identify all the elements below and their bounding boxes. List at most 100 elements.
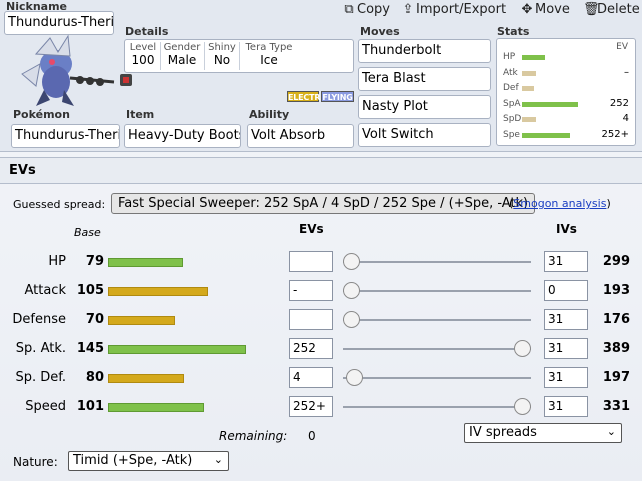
ev-slider-track-attack[interactable] bbox=[343, 290, 531, 292]
stat-summary-label: Spe bbox=[503, 129, 520, 140]
move-icon: ✥ bbox=[521, 2, 533, 17]
item-label: Item bbox=[126, 108, 155, 121]
set-panel: Nickname Thundurus-Therian ⧉Copy ⇪Import… bbox=[0, 0, 642, 152]
guessed-spread-button[interactable]: Fast Special Sweeper: 252 SpA / 4 SpD / … bbox=[111, 193, 536, 214]
moves-label: Moves bbox=[360, 25, 400, 38]
ev-input-sp-def[interactable]: 4 bbox=[289, 367, 333, 388]
iv-input-sp-atk[interactable]: 31 bbox=[544, 338, 588, 359]
stat-total-attack: 193 bbox=[602, 283, 630, 298]
ivs-header: IVs bbox=[556, 222, 577, 236]
base-stat-defense: 70 bbox=[85, 312, 104, 327]
iv-input-attack[interactable]: 0 bbox=[544, 280, 588, 301]
ev-slider-track-speed[interactable] bbox=[343, 406, 531, 408]
trash-icon: 🗑 bbox=[583, 2, 600, 17]
stat-summary-ev: 252 bbox=[609, 97, 629, 109]
ev-slider-thumb-sp-def[interactable] bbox=[346, 369, 363, 386]
stat-name-hp: HP bbox=[48, 254, 66, 269]
nature-select[interactable]: Timid (+Spe, -Atk) ⌄ bbox=[68, 451, 229, 471]
type-badge-electric: ELECTR bbox=[287, 91, 321, 102]
pokemon-label: Pokémon bbox=[13, 108, 70, 121]
smogon-analysis-link[interactable]: Smogon analysis bbox=[513, 197, 606, 210]
ev-slider-thumb-hp[interactable] bbox=[343, 253, 360, 270]
base-stat-bar-attack bbox=[108, 287, 208, 296]
pokemon-input[interactable]: Thundurus-Therian bbox=[11, 124, 120, 148]
stat-total-sp-def: 197 bbox=[602, 370, 630, 385]
remaining-value: 0 bbox=[308, 429, 316, 443]
stat-total-speed: 331 bbox=[602, 399, 630, 414]
shiny-field: Shiny No bbox=[208, 42, 236, 67]
stat-summary-bar bbox=[522, 117, 536, 122]
stat-name-sp-atk: Sp. Atk. bbox=[15, 341, 66, 356]
guessed-spread-label: Guessed spread: bbox=[13, 198, 106, 211]
chevron-down-icon: ⌄ bbox=[213, 453, 223, 466]
base-stat-hp: 79 bbox=[85, 254, 104, 269]
stat-summary-label: SpD bbox=[503, 114, 522, 124]
tera-type-field: Tera Type Ice bbox=[245, 42, 293, 67]
iv-spreads-select[interactable]: IV spreads ⌄ bbox=[464, 423, 622, 443]
iv-input-sp-def[interactable]: 31 bbox=[544, 367, 588, 388]
base-stat-sp-atk: 145 bbox=[76, 341, 104, 356]
stat-summary-bar bbox=[522, 101, 578, 107]
stat-name-defense: Defense bbox=[12, 312, 66, 327]
stat-summary-ev: 252+ bbox=[601, 128, 629, 140]
move-2-input[interactable]: Tera Blast bbox=[358, 67, 491, 91]
iv-input-defense[interactable]: 31 bbox=[544, 309, 588, 330]
ev-input-defense[interactable] bbox=[289, 309, 333, 330]
stat-summary-bar bbox=[522, 70, 536, 76]
move-3-input[interactable]: Nasty Plot bbox=[358, 95, 491, 119]
base-header: Base bbox=[74, 226, 101, 239]
type-badge-flying: FLYING bbox=[321, 91, 354, 102]
remaining-label: Remaining: bbox=[219, 429, 288, 443]
stats-summary-box[interactable]: EV HP Atk – Def SpA 252 SpD 4 Spe 252+ bbox=[496, 38, 636, 146]
ev-slider-thumb-sp-atk[interactable] bbox=[514, 340, 531, 357]
stat-summary-label: Def bbox=[503, 83, 519, 93]
level-field: Level 100 bbox=[129, 42, 157, 67]
base-stat-bar-hp bbox=[108, 258, 183, 267]
evs-section-header: EVs bbox=[0, 157, 642, 184]
stat-total-hp: 299 bbox=[602, 254, 630, 269]
item-input[interactable]: Heavy-Duty Boots bbox=[124, 124, 241, 148]
ability-label: Ability bbox=[249, 108, 290, 121]
nature-label: Nature: bbox=[13, 455, 58, 469]
ev-input-hp[interactable] bbox=[289, 251, 333, 272]
stats-label: Stats bbox=[497, 25, 530, 38]
stat-total-sp-atk: 389 bbox=[602, 341, 630, 356]
stat-name-attack: Attack bbox=[24, 283, 66, 298]
base-stat-bar-sp-def bbox=[108, 374, 184, 383]
iv-input-hp[interactable]: 31 bbox=[544, 251, 588, 272]
pokemon-sprite bbox=[21, 34, 132, 106]
details-box[interactable]: Level 100 Gender Male Shiny No Tera Type Ice bbox=[124, 39, 354, 73]
ev-slider-thumb-defense[interactable] bbox=[343, 311, 360, 328]
base-stat-attack: 105 bbox=[76, 283, 104, 298]
base-stat-bar-sp-atk bbox=[108, 345, 246, 354]
base-stat-speed: 101 bbox=[76, 399, 104, 414]
stat-summary-label: SpA bbox=[503, 98, 521, 109]
ev-slider-track-hp[interactable] bbox=[343, 261, 531, 263]
copy-icon: ⧉ bbox=[344, 2, 354, 17]
ev-input-sp-atk[interactable]: 252 bbox=[289, 338, 333, 359]
ev-slider-thumb-attack[interactable] bbox=[343, 282, 360, 299]
ev-slider-track-sp-atk[interactable] bbox=[343, 348, 531, 350]
ev-input-speed[interactable]: 252+ bbox=[289, 396, 333, 417]
move-button[interactable]: ✥ Move bbox=[521, 2, 570, 17]
copy-button[interactable]: ⧉ Copy bbox=[343, 2, 390, 17]
ability-input[interactable]: Volt Absorb bbox=[247, 124, 354, 148]
stat-name-speed: Speed bbox=[25, 399, 66, 414]
ev-input-attack[interactable]: - bbox=[289, 280, 333, 301]
move-4-input[interactable]: Volt Switch bbox=[358, 123, 491, 147]
ev-slider-track-sp-def[interactable] bbox=[343, 377, 531, 379]
ev-slider-track-defense[interactable] bbox=[343, 319, 531, 321]
base-stat-bar-speed bbox=[108, 403, 204, 412]
evs-header: EVs bbox=[299, 222, 324, 236]
move-1-input[interactable]: Thunderbolt bbox=[358, 39, 491, 63]
ev-slider-thumb-speed[interactable] bbox=[514, 398, 531, 415]
delete-button[interactable]: 🗑Delete bbox=[583, 2, 640, 17]
smogon-analysis-link-wrap: (Smogon analysis) bbox=[509, 197, 611, 210]
nickname-input[interactable]: Thundurus-Therian bbox=[4, 11, 114, 35]
stat-summary-label: Atk bbox=[503, 67, 518, 78]
stats-ev-header: EV bbox=[616, 42, 628, 52]
stat-name-sp-def: Sp. Def. bbox=[15, 370, 66, 385]
stat-total-defense: 176 bbox=[602, 312, 630, 327]
iv-input-speed[interactable]: 31 bbox=[544, 396, 588, 417]
import-export-button[interactable]: ⇪ Import/Export bbox=[402, 2, 507, 17]
